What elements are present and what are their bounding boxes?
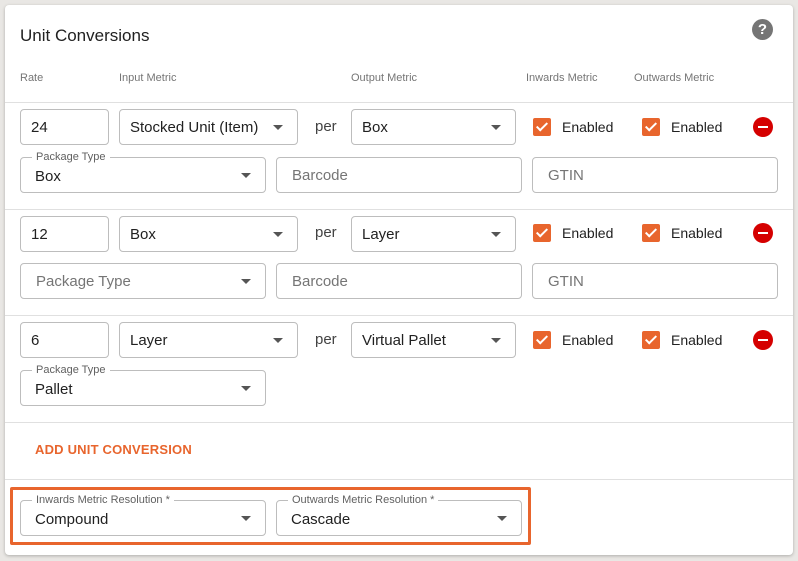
divider — [5, 209, 793, 210]
outwards-enabled-checkbox[interactable] — [642, 331, 660, 349]
per-label: per — [315, 224, 337, 241]
output-metric-select[interactable]: Layer — [351, 216, 516, 252]
package-type-label: Package Type — [32, 364, 110, 376]
remove-circle-icon[interactable] — [753, 223, 773, 243]
rate-input[interactable]: 12 — [20, 216, 109, 252]
rate-input[interactable]: 6 — [20, 322, 109, 358]
outwards-enabled-label: Enabled — [671, 225, 723, 241]
barcode-input[interactable]: Barcode — [276, 157, 522, 193]
gtin-input[interactable]: GTIN — [532, 263, 778, 299]
chevron-down-icon — [273, 125, 283, 130]
chevron-down-icon — [273, 338, 283, 343]
header-outwards-metric: Outwards Metric — [634, 72, 715, 84]
package-type-label: Package Type — [32, 151, 110, 163]
inwards-enabled-checkbox[interactable] — [533, 331, 551, 349]
rate-input[interactable]: 24 — [20, 109, 109, 145]
input-metric-value: Stocked Unit (Item) — [130, 119, 259, 136]
header-rate: Rate — [20, 72, 44, 84]
header-output-metric: Output Metric — [351, 72, 418, 84]
package-type-select[interactable]: Package Type Pallet — [20, 364, 266, 406]
remove-circle-icon[interactable] — [753, 330, 773, 350]
rate-value: 6 — [31, 332, 40, 349]
input-metric-value: Box — [130, 226, 156, 243]
outwards-enabled-label: Enabled — [671, 332, 723, 348]
card-title: Unit Conversions — [20, 26, 150, 45]
gtin-placeholder: GTIN — [548, 273, 584, 290]
inwards-enabled-label: Enabled — [562, 225, 614, 241]
remove-circle-icon[interactable] — [753, 117, 773, 137]
output-metric-value: Box — [362, 119, 388, 136]
outwards-enabled-checkbox[interactable] — [642, 118, 660, 136]
package-type-value: Box — [35, 168, 61, 185]
input-metric-select[interactable]: Box — [119, 216, 298, 252]
per-label: per — [315, 118, 337, 135]
package-type-placeholder: Package Type — [36, 273, 131, 290]
header-input-metric: Input Metric — [119, 72, 177, 84]
rate-value: 12 — [31, 226, 48, 243]
divider — [5, 479, 793, 480]
per-label: per — [315, 331, 337, 348]
divider — [5, 102, 793, 103]
input-metric-value: Layer — [130, 332, 168, 349]
gtin-placeholder: GTIN — [548, 167, 584, 184]
input-metric-select[interactable]: Stocked Unit (Item) — [119, 109, 298, 145]
chevron-down-icon — [241, 386, 251, 391]
inwards-enabled-checkbox[interactable] — [533, 224, 551, 242]
chevron-down-icon — [491, 232, 501, 237]
output-metric-select[interactable]: Virtual Pallet — [351, 322, 516, 358]
package-type-select[interactable]: Package Type Box — [20, 151, 266, 193]
rate-value: 24 — [31, 119, 48, 136]
inwards-enabled-checkbox[interactable] — [533, 118, 551, 136]
resolution-highlight-box — [10, 487, 531, 545]
inwards-enabled-label: Enabled — [562, 119, 614, 135]
inwards-enabled-label: Enabled — [562, 332, 614, 348]
header-inwards-metric: Inwards Metric — [526, 72, 598, 84]
barcode-placeholder: Barcode — [292, 167, 348, 184]
divider — [5, 422, 793, 423]
chevron-down-icon — [491, 338, 501, 343]
help-icon[interactable]: ? — [752, 19, 773, 40]
gtin-input[interactable]: GTIN — [532, 157, 778, 193]
barcode-placeholder: Barcode — [292, 273, 348, 290]
chevron-down-icon — [491, 125, 501, 130]
package-type-value: Pallet — [35, 381, 73, 398]
chevron-down-icon — [273, 232, 283, 237]
output-metric-value: Virtual Pallet — [362, 332, 446, 349]
barcode-input[interactable]: Barcode — [276, 263, 522, 299]
output-metric-value: Layer — [362, 226, 400, 243]
output-metric-select[interactable]: Box — [351, 109, 516, 145]
chevron-down-icon — [241, 279, 251, 284]
add-unit-conversion-button[interactable]: ADD UNIT CONVERSION — [35, 442, 192, 457]
outwards-enabled-label: Enabled — [671, 119, 723, 135]
chevron-down-icon — [241, 173, 251, 178]
divider — [5, 315, 793, 316]
unit-conversions-card: Unit Conversions ? Rate Input Metric Out… — [5, 5, 793, 555]
package-type-select[interactable]: Package Type — [20, 263, 266, 299]
outwards-enabled-checkbox[interactable] — [642, 224, 660, 242]
input-metric-select[interactable]: Layer — [119, 322, 298, 358]
